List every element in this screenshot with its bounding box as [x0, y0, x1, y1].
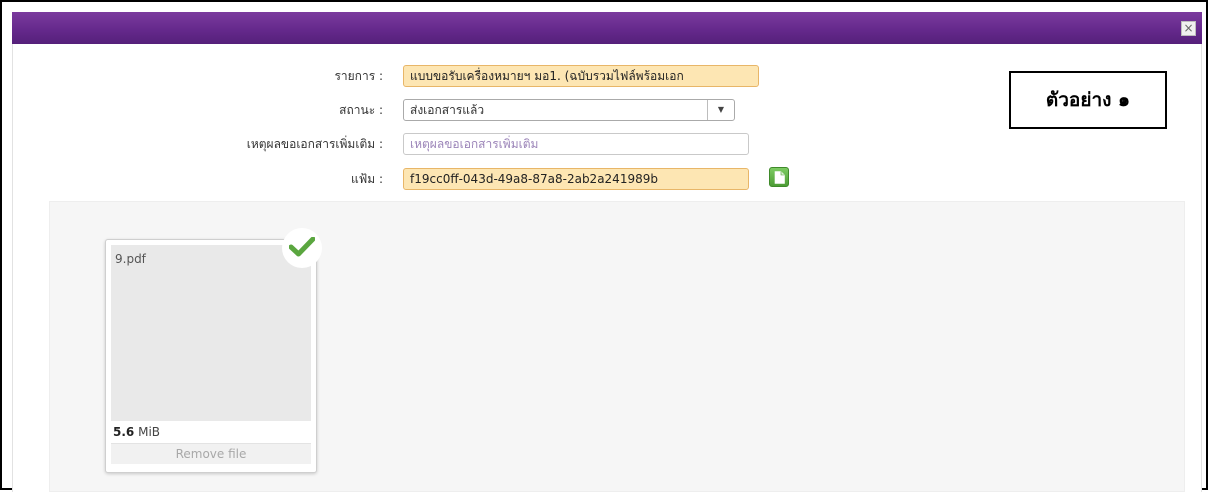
- reason-input[interactable]: เหตุผลขอเอกสารเพิ่มเติม: [403, 133, 749, 155]
- file-name: 9.pdf: [115, 252, 146, 266]
- document-icon: [774, 171, 785, 184]
- status-select[interactable]: ส่งเอกสารแล้ว ▼: [403, 99, 735, 121]
- checkmark-icon: [289, 237, 315, 257]
- file-size-unit: MiB: [138, 425, 161, 439]
- file-dropzone[interactable]: 9.pdf 5.6 MiB Remove file: [49, 201, 1185, 492]
- item-field: แบบขอรับเครื่องหมายฯ มอ1. (ฉบับรวมไฟล์พร…: [403, 65, 759, 87]
- chevron-down-icon[interactable]: ▼: [707, 100, 734, 120]
- status-label: สถานะ :: [339, 103, 383, 117]
- upload-success-mark: [282, 228, 322, 268]
- reason-label: เหตุผลขอเอกสารเพิ่มเติม :: [246, 137, 383, 151]
- example-annotation: ตัวอย่าง ๑: [1009, 71, 1167, 129]
- file-thumbnail: [111, 245, 311, 421]
- status-selected-value: ส่งเอกสารแล้ว: [410, 103, 485, 117]
- file-preview: 9.pdf 5.6 MiB Remove file: [105, 228, 322, 473]
- remove-file-link[interactable]: Remove file: [111, 443, 311, 464]
- attach-file-button[interactable]: [769, 167, 789, 187]
- dialog-body: รายการ : แบบขอรับเครื่องหมายฯ มอ1. (ฉบับ…: [12, 44, 1202, 492]
- close-icon[interactable]: ×: [1181, 21, 1196, 36]
- file-size-value: 5.6: [113, 425, 135, 439]
- file-id-field: f19cc0ff-043d-49a8-87a8-2ab2a241989b: [403, 168, 749, 190]
- item-label: รายการ :: [334, 69, 383, 83]
- file-size: 5.6 MiB: [113, 425, 160, 439]
- dialog-frame: × รายการ : แบบขอรับเครื่องหมายฯ มอ1. (ฉบ…: [0, 0, 1208, 492]
- file-label: แฟ้ม :: [351, 172, 383, 186]
- dialog-titlebar[interactable]: ×: [12, 12, 1202, 44]
